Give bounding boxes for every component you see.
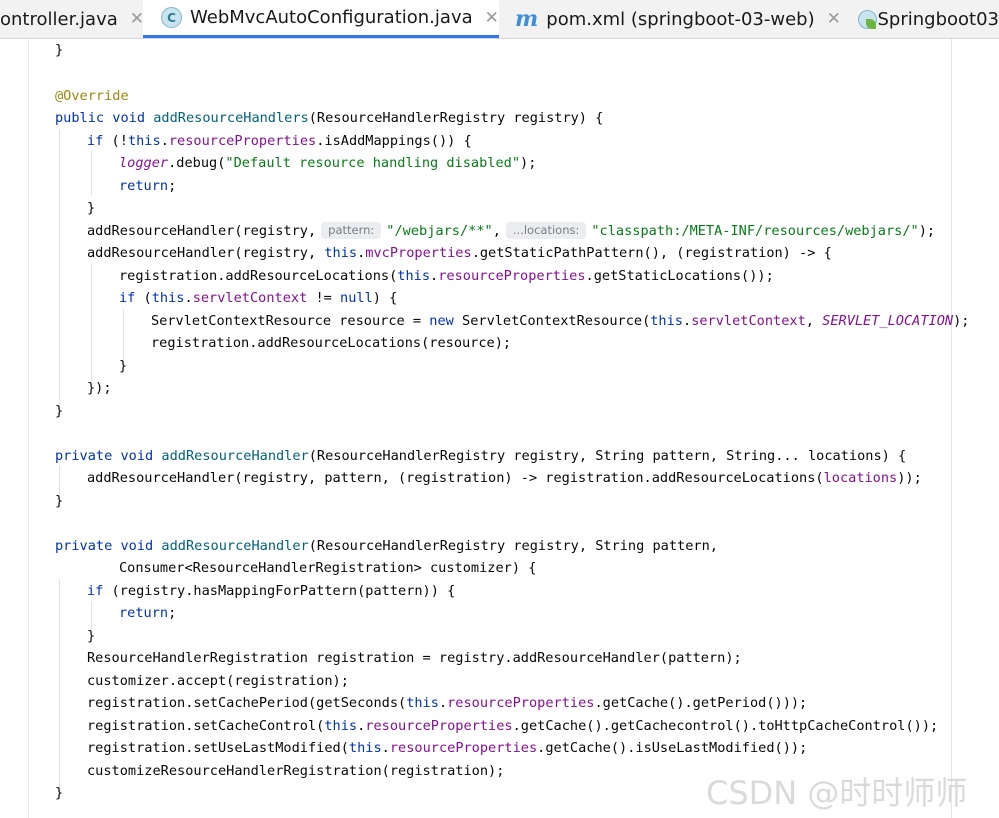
code-line: } [55,493,64,509]
close-icon[interactable]: ✕ [130,9,144,29]
springboot-class-icon [858,9,877,29]
class-c-icon: C [161,7,182,28]
code-line: registration.setCacheControl(this.resour… [87,718,939,734]
code-line: } [87,200,96,216]
tab-pom-xml[interactable]: m pom.xml (springboot-03-web) ✕ [499,0,844,38]
code-line: registration.addResourceLocations(this.r… [119,268,774,284]
code-line: private void addResourceHandler(Resource… [55,538,718,554]
tab-label: WebMvcAutoConfiguration.java [190,7,473,28]
code-line: logger.debug("Default resource handling … [119,155,537,171]
code-line: registration.setUseLastModified(this.res… [87,740,808,756]
code-line: customizeResourceHandlerRegistration(reg… [87,763,505,779]
tab-label: pom.xml (springboot-03-web) [546,8,815,30]
code-line: customizer.accept(registration); [87,673,349,689]
code-line: } [55,42,64,58]
tab-label: Springboot03 [877,8,999,30]
indent-guide [59,129,60,404]
code-line: addResourceHandler(registry, this.mvcPro… [87,245,832,261]
code-line: if (!this.resourceProperties.isAddMappin… [87,133,472,149]
right-margin-guide [951,39,952,818]
code-line: addResourceHandler(registry, pattern: "/we… [87,222,936,239]
code-line: } [87,628,96,644]
code-editor[interactable]: } @Override public void addResourceHandl… [0,39,999,818]
indent-guide [91,264,92,382]
code-line: addResourceHandler(registry, pattern, (r… [87,470,922,486]
indent-guide [91,151,92,196]
code-line: Consumer<ResourceHandlerRegistration> cu… [119,560,537,576]
code-line: return; [119,178,177,194]
editor-tab-bar: ontroller.java ✕ C WebMvcAutoConfigurati… [0,0,999,39]
code-line: public void addResourceHandlers(Resource… [55,110,604,126]
tab-webmvcautoconfiguration[interactable]: C WebMvcAutoConfiguration.java ✕ [143,0,499,38]
indent-guide [59,579,60,789]
code-line: if (this.servletContext != null) { [119,290,398,306]
parameter-hint: pattern: [321,222,382,239]
gutter-divider [28,39,29,818]
close-icon[interactable]: ✕ [485,8,499,28]
code-line: } [119,358,128,374]
code-line: if (registry.hasMappingForPattern(patter… [87,583,456,599]
code-line: }); [87,380,112,396]
tab-controller-java[interactable]: ontroller.java ✕ [0,0,144,38]
close-icon[interactable]: ✕ [827,9,841,29]
code-line: return; [119,605,177,621]
code-line: ResourceHandlerRegistration registration… [87,650,742,666]
code-line: @Override [55,88,129,104]
code-line: registration.addResourceLocations(resour… [151,335,512,351]
csdn-watermark: CSDN @时时师师 [706,774,968,812]
maven-m-icon: m [515,6,539,32]
tab-springboot03[interactable]: Springboot03 [844,0,999,38]
code-line: registration.setCachePeriod(getSeconds(t… [87,695,808,711]
code-line: } [55,785,64,801]
code-line: ServletContextResource resource = new Se… [151,313,970,329]
code-line: private void addResourceHandler(Resource… [55,448,907,464]
code-line: } [55,403,64,419]
parameter-hint: ...locations: [505,222,587,239]
tab-label: ontroller.java [0,8,118,30]
